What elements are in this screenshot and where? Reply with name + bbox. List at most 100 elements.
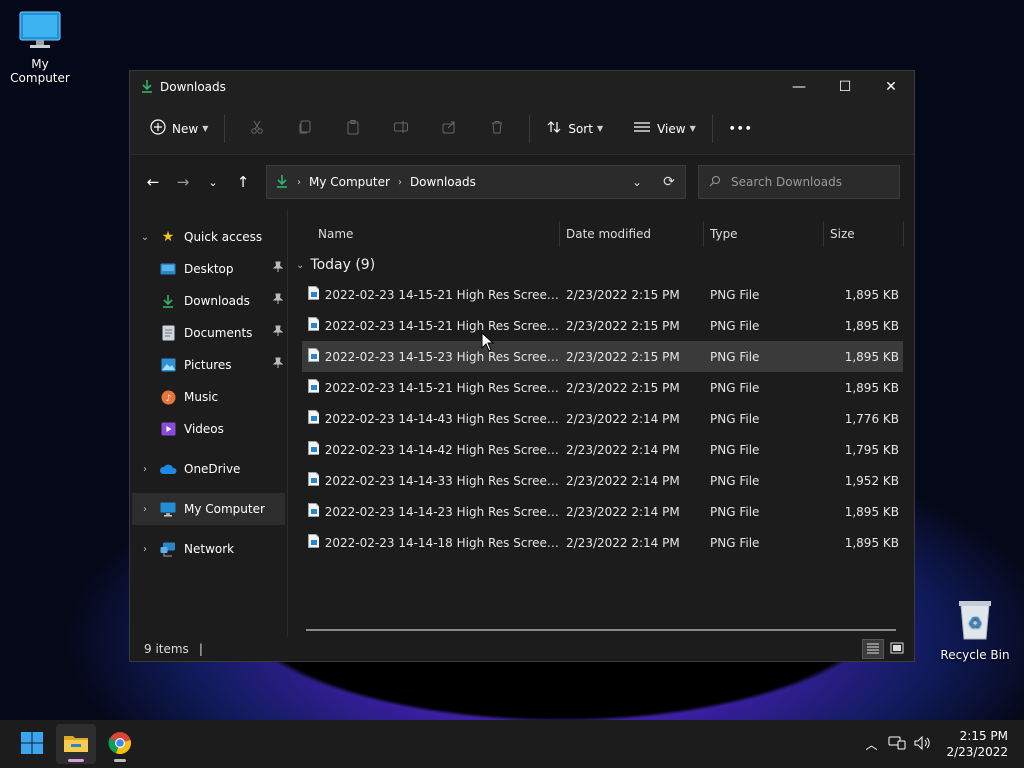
file-row[interactable]: 2022-02-23 14-15-21 High Res Screensho..… <box>302 279 903 310</box>
maximize-button[interactable]: ☐ <box>822 71 868 103</box>
file-size: 1,895 KB <box>844 318 899 333</box>
address-dropdown-button[interactable]: ⌄ <box>621 166 653 198</box>
sidebar-item-music[interactable]: ♪ Music <box>132 381 285 413</box>
title-bar[interactable]: Downloads — ☐ ✕ <box>130 71 914 103</box>
search-input[interactable] <box>731 175 891 189</box>
sidebar-item-quick-access[interactable]: ⌄ ★ Quick access <box>132 221 285 253</box>
png-file-icon <box>308 441 319 458</box>
search-box[interactable] <box>698 165 900 199</box>
network-status-button[interactable] <box>884 729 910 759</box>
clock-date: 2/23/2022 <box>946 745 1008 759</box>
file-row[interactable]: 2022-02-23 14-15-21 High Res Screensho..… <box>302 310 903 341</box>
file-row[interactable]: 2022-02-23 14-14-33 High Res Screensho..… <box>302 465 903 496</box>
sidebar-item-network[interactable]: › Network <box>132 533 285 565</box>
cut-button[interactable] <box>233 113 281 145</box>
sidebar-item-pictures[interactable]: Pictures <box>132 349 285 381</box>
sidebar-item-desktop[interactable]: Desktop <box>132 253 285 285</box>
sidebar-item-downloads[interactable]: Downloads <box>132 285 285 317</box>
clock[interactable]: 2:15 PM 2/23/2022 <box>946 728 1008 760</box>
column-header-date-modified[interactable]: Date modified <box>560 221 704 247</box>
more-dots-icon: ••• <box>728 122 753 135</box>
file-date-modified: 2/23/2022 2:15 PM <box>566 380 680 395</box>
trash-icon <box>489 119 505 138</box>
volume-button[interactable] <box>910 729 936 759</box>
file-type: PNG File <box>710 349 760 364</box>
file-date-modified: 2/23/2022 2:14 PM <box>566 411 680 426</box>
file-row[interactable]: 2022-02-23 14-14-43 High Res Screensho..… <box>302 403 903 434</box>
minimize-button[interactable]: — <box>776 71 822 103</box>
share-button[interactable] <box>425 113 473 145</box>
file-row[interactable]: 2022-02-23 14-14-18 High Res Screensho..… <box>302 527 903 558</box>
png-file-icon <box>308 379 319 396</box>
column-header-name[interactable]: Name <box>288 221 560 247</box>
scissors-icon <box>249 119 265 138</box>
file-size: 1,776 KB <box>844 411 899 426</box>
file-size: 1,795 KB <box>844 442 899 457</box>
new-button[interactable]: New ▼ <box>142 113 216 145</box>
document-icon <box>158 324 178 342</box>
back-button[interactable]: ← <box>138 167 168 197</box>
breadcrumb-downloads[interactable]: Downloads <box>410 175 476 189</box>
file-date-modified: 2/23/2022 2:15 PM <box>566 349 680 364</box>
chrome-icon <box>108 731 132 758</box>
chevron-down-icon: ⌄ <box>140 231 150 243</box>
refresh-button[interactable]: ⟳ <box>653 166 685 198</box>
chevron-right-icon: › <box>397 176 402 188</box>
column-header-size[interactable]: Size <box>824 221 904 247</box>
file-type: PNG File <box>710 473 760 488</box>
recent-locations-button[interactable]: ⌄ <box>198 167 228 197</box>
column-header-type[interactable]: Type <box>704 221 824 247</box>
file-date-modified: 2/23/2022 2:14 PM <box>566 442 680 457</box>
more-options-button[interactable]: ••• <box>721 113 761 145</box>
window-title: Downloads <box>160 80 226 94</box>
share-icon <box>441 119 457 138</box>
group-header-today[interactable]: ⌄ Today (9) <box>288 251 914 279</box>
file-type: PNG File <box>710 287 760 302</box>
view-button[interactable]: View ▼ <box>625 113 704 145</box>
chevron-up-icon: ︿ <box>865 737 878 752</box>
show-hidden-icons-button[interactable]: ︿ <box>858 729 884 759</box>
details-view-button[interactable] <box>862 639 884 659</box>
download-icon <box>158 292 178 310</box>
close-button[interactable]: ✕ <box>868 71 914 103</box>
tiles-view-button[interactable] <box>886 639 908 659</box>
sidebar-item-documents[interactable]: Documents <box>132 317 285 349</box>
my-computer-desktop-icon[interactable]: My Computer <box>0 10 80 85</box>
copy-button[interactable] <box>281 113 329 145</box>
file-row[interactable]: 2022-02-23 14-15-21 High Res Screensho..… <box>302 372 903 403</box>
address-bar[interactable]: › My Computer › Downloads ⌄ ⟳ <box>266 165 686 199</box>
desktop-icon-label: My Computer <box>10 57 70 85</box>
sidebar-item-my-computer[interactable]: › My Computer <box>132 493 285 525</box>
horizontal-scrollbar[interactable] <box>306 629 896 631</box>
network-icon <box>158 540 178 558</box>
sidebar-item-videos[interactable]: Videos <box>132 413 285 445</box>
file-list-pane: Name Date modified Type Size ⌄ Today (9)… <box>288 209 914 637</box>
file-row[interactable]: 2022-02-23 14-14-42 High Res Screensho..… <box>302 434 903 465</box>
png-file-icon <box>308 503 319 520</box>
sidebar-item-label: Pictures <box>184 358 232 372</box>
up-button[interactable]: ↑ <box>228 167 258 197</box>
sidebar-item-label: Downloads <box>184 294 250 308</box>
taskbar-file-explorer[interactable] <box>56 724 96 764</box>
toolbar-divider <box>529 114 531 143</box>
taskbar-chrome[interactable] <box>100 724 140 764</box>
chevron-down-icon: ⌄ <box>208 175 218 189</box>
sort-arrows-icon <box>546 119 562 138</box>
rename-button[interactable] <box>377 113 425 145</box>
forward-button[interactable]: → <box>168 167 198 197</box>
breadcrumb-my-computer[interactable]: My Computer <box>309 175 390 189</box>
file-name: 2022-02-23 14-14-42 High Res Screensho..… <box>324 442 560 457</box>
delete-button[interactable] <box>473 113 521 145</box>
file-row[interactable]: 2022-02-23 14-14-23 High Res Screensho..… <box>302 496 903 527</box>
arrow-right-icon: → <box>176 173 190 191</box>
start-button[interactable] <box>12 724 52 764</box>
sort-button[interactable]: Sort ▼ <box>538 113 611 145</box>
file-size: 1,952 KB <box>844 473 899 488</box>
active-indicator <box>68 759 84 762</box>
paste-button[interactable] <box>329 113 377 145</box>
file-row[interactable]: 2022-02-23 14-15-23 High Res Screensho..… <box>302 341 903 372</box>
recycle-bin-desktop-icon[interactable]: ♻ Recycle Bin <box>935 597 1015 662</box>
file-size: 1,895 KB <box>844 287 899 302</box>
file-type: PNG File <box>710 411 760 426</box>
sidebar-item-onedrive[interactable]: › OneDrive <box>132 453 285 485</box>
